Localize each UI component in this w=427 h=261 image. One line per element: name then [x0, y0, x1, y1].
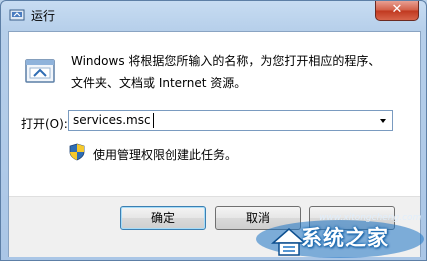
window-title: 运行: [31, 9, 56, 23]
dropdown-arrow-icon[interactable]: [376, 113, 390, 128]
text-caret: [153, 113, 154, 128]
description-line-2: 文件夹、文档或 Internet 资源。: [71, 76, 247, 90]
run-icon: [9, 9, 25, 21]
run-program-icon: [25, 59, 55, 83]
title-bar[interactable]: 运行 ✕: [1, 1, 426, 29]
shield-icon: [69, 143, 85, 161]
uac-note: 使用管理权限创建此任务。: [93, 148, 238, 162]
run-dialog: 运行 ✕ Windows 将根据您所输入的名称，为您打开相应的程序、 文件夹、文…: [0, 0, 427, 261]
ok-button[interactable]: 确定: [120, 206, 206, 230]
open-combobox[interactable]: services.msc: [68, 110, 393, 131]
close-icon: ✕: [391, 2, 403, 17]
description-line-1: Windows 将根据您所输入的名称，为您打开相应的程序、: [71, 54, 381, 68]
description-text: Windows 将根据您所输入的名称，为您打开相应的程序、 文件夹、文档或 In…: [71, 50, 411, 94]
open-label: 打开(O):: [21, 117, 68, 131]
close-button[interactable]: ✕: [375, 1, 419, 21]
watermark-text: 系统之家: [301, 226, 389, 250]
open-input[interactable]: services.msc: [73, 113, 151, 127]
